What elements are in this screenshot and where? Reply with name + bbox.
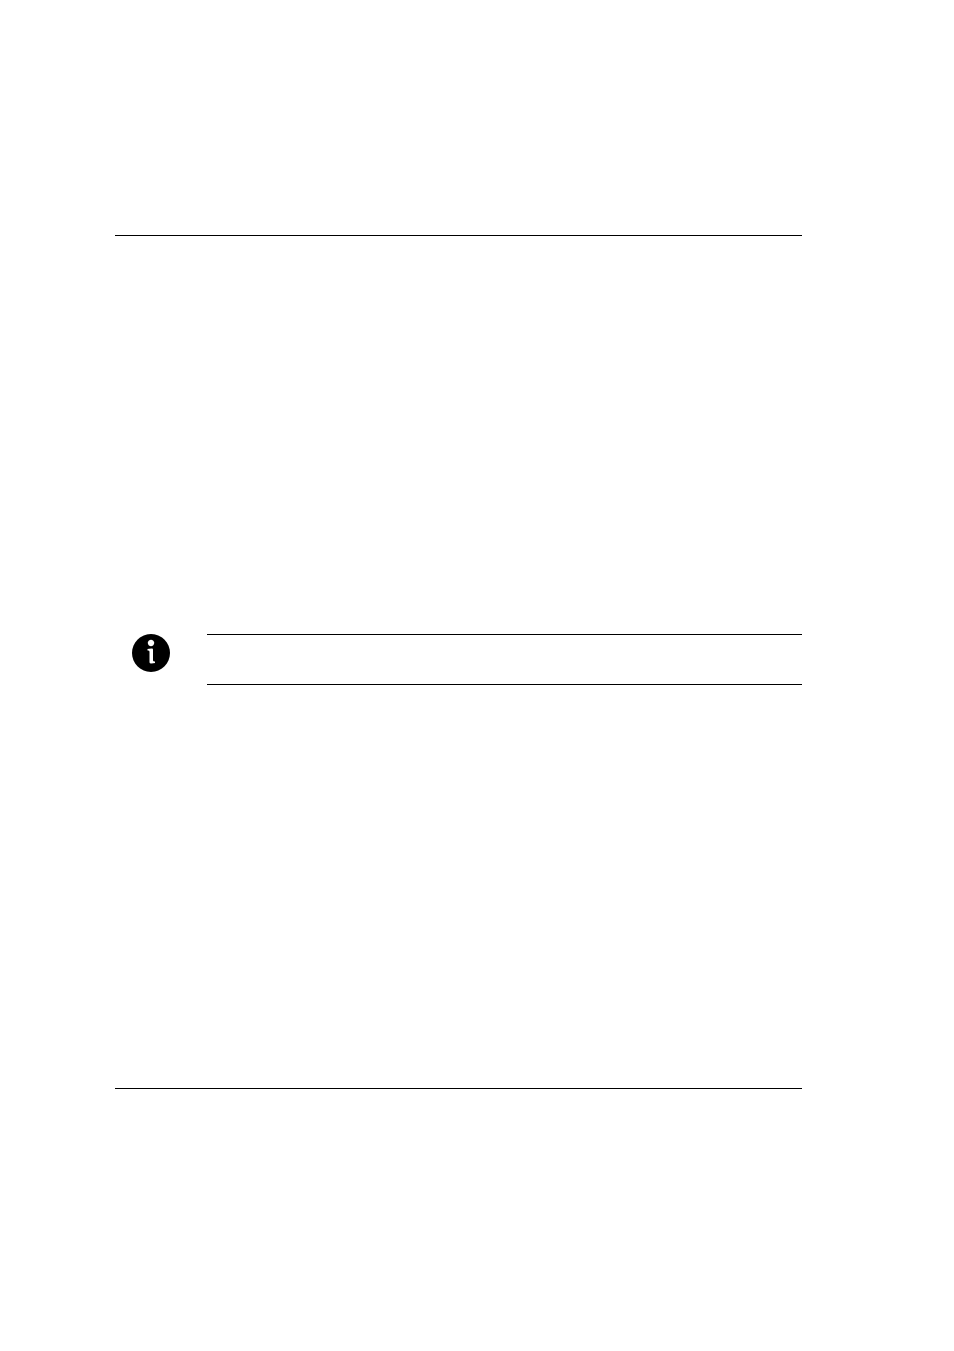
document-page [0,0,954,1351]
top-horizontal-rule [115,235,802,236]
note-box-top-rule [207,634,802,635]
info-icon [132,634,170,672]
bottom-horizontal-rule [115,1088,802,1089]
note-box-bottom-rule [207,684,802,685]
